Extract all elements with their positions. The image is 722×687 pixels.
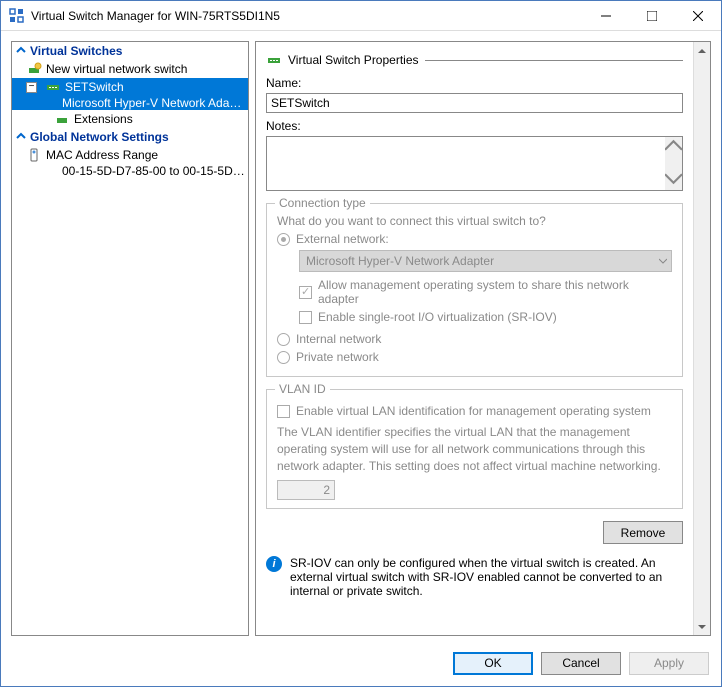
switch-icon xyxy=(45,79,61,95)
tree-header-virtual-switches[interactable]: Virtual Switches xyxy=(12,42,248,60)
tree-collapse-box[interactable]: − xyxy=(26,82,37,93)
info-text: SR-IOV can only be configured when the v… xyxy=(290,556,683,598)
body: Virtual Switches New virtual network swi… xyxy=(1,31,721,646)
tree-item-setswitch-adapter: Microsoft Hyper-V Network Adapter xyxy=(12,96,248,110)
radio-external: External network: xyxy=(277,232,672,246)
adapter-selected: Microsoft Hyper-V Network Adapter xyxy=(306,254,494,268)
radio-label: External network: xyxy=(296,232,389,246)
tree-item-label: New virtual network switch xyxy=(46,62,187,76)
tree-item-setswitch[interactable]: − SETSwitch xyxy=(12,78,248,96)
check-vlan-enable: Enable virtual LAN identification for ma… xyxy=(277,404,672,418)
info-icon: i xyxy=(266,556,282,572)
connection-type-legend: Connection type xyxy=(275,196,370,210)
scroll-down-icon[interactable] xyxy=(665,170,682,190)
switch-icon xyxy=(266,52,282,68)
titlebar: Virtual Switch Manager for WIN-75RTS5DI1… xyxy=(1,1,721,31)
vlan-description: The VLAN identifier specifies the virtua… xyxy=(277,424,672,474)
tree-header-label: Virtual Switches xyxy=(30,44,122,58)
close-button[interactable] xyxy=(675,1,721,31)
remove-row: Remove xyxy=(266,521,683,544)
radio-icon xyxy=(277,233,290,246)
info-row: i SR-IOV can only be configured when the… xyxy=(266,556,683,598)
separator xyxy=(425,60,684,61)
connection-type-prompt: What do you want to connect this virtual… xyxy=(277,214,672,228)
radio-icon xyxy=(277,351,290,364)
tree-panel: Virtual Switches New virtual network swi… xyxy=(11,41,249,636)
dialog-footer: OK Cancel Apply xyxy=(1,646,721,686)
app-icon xyxy=(9,8,25,24)
tree-item-mac-value: 00-15-5D-D7-85-00 to 00-15-5D-D... xyxy=(12,164,248,178)
vlan-group: VLAN ID Enable virtual LAN identificatio… xyxy=(266,389,683,509)
radio-label: Internal network xyxy=(296,332,381,346)
scroll-up-icon[interactable] xyxy=(694,42,710,59)
connection-type-group: Connection type What do you want to conn… xyxy=(266,203,683,377)
radio-icon xyxy=(277,333,290,346)
scroll-track[interactable] xyxy=(694,59,710,618)
section-title-row: Virtual Switch Properties xyxy=(266,52,683,68)
minimize-button[interactable] xyxy=(583,1,629,31)
tree-header-global[interactable]: Global Network Settings xyxy=(12,128,248,146)
radio-internal: Internal network xyxy=(277,332,672,346)
new-switch-icon xyxy=(26,61,42,77)
properties-panel-wrap: Virtual Switch Properties Name: Notes: xyxy=(255,41,711,636)
name-label: Name: xyxy=(266,76,683,90)
window: Virtual Switch Manager for WIN-75RTS5DI1… xyxy=(0,0,722,687)
tree-item-label: Extensions xyxy=(74,112,133,126)
notes-scrollbar[interactable] xyxy=(665,137,682,190)
tree-header-label: Global Network Settings xyxy=(30,130,169,144)
checkbox-icon xyxy=(299,311,312,324)
remove-button[interactable]: Remove xyxy=(603,521,683,544)
notes-input[interactable] xyxy=(267,137,665,190)
apply-button: Apply xyxy=(629,652,709,675)
maximize-button[interactable] xyxy=(629,1,675,31)
checkbox-icon xyxy=(277,405,290,418)
collapse-icon xyxy=(16,130,26,144)
adapter-combo: Microsoft Hyper-V Network Adapter xyxy=(299,250,672,272)
radio-private: Private network xyxy=(277,350,672,364)
check-sriov: Enable single-root I/O virtualization (S… xyxy=(299,310,672,324)
checkbox-icon xyxy=(299,286,312,299)
name-input[interactable] xyxy=(266,93,683,113)
check-allow-mgmt: Allow management operating system to sha… xyxy=(299,278,672,306)
check-label: Enable single-root I/O virtualization (S… xyxy=(318,310,557,324)
panel-scrollbar[interactable] xyxy=(693,42,710,635)
check-label: Enable virtual LAN identification for ma… xyxy=(296,404,651,418)
properties-panel: Virtual Switch Properties Name: Notes: xyxy=(256,42,693,635)
vlan-id-input xyxy=(277,480,335,500)
tree-item-label: MAC Address Range xyxy=(46,148,158,162)
tree-item-mac[interactable]: MAC Address Range xyxy=(12,146,248,164)
radio-label: Private network xyxy=(296,350,379,364)
mac-icon xyxy=(26,147,42,163)
check-label: Allow management operating system to sha… xyxy=(318,278,672,306)
scroll-up-icon[interactable] xyxy=(665,137,682,157)
tree-item-label: SETSwitch xyxy=(65,80,124,94)
scroll-down-icon[interactable] xyxy=(694,618,710,635)
ok-button[interactable]: OK xyxy=(453,652,533,675)
section-title: Virtual Switch Properties xyxy=(288,53,419,67)
vlan-legend: VLAN ID xyxy=(275,382,330,396)
notes-input-wrap xyxy=(266,136,683,191)
chevron-down-icon xyxy=(659,254,667,268)
cancel-button[interactable]: Cancel xyxy=(541,652,621,675)
window-title: Virtual Switch Manager for WIN-75RTS5DI1… xyxy=(31,9,583,23)
tree-item-extensions[interactable]: Extensions xyxy=(12,110,248,128)
extensions-icon xyxy=(54,111,70,127)
tree-item-new-switch[interactable]: New virtual network switch xyxy=(12,60,248,78)
notes-label: Notes: xyxy=(266,119,683,133)
collapse-icon xyxy=(16,44,26,58)
